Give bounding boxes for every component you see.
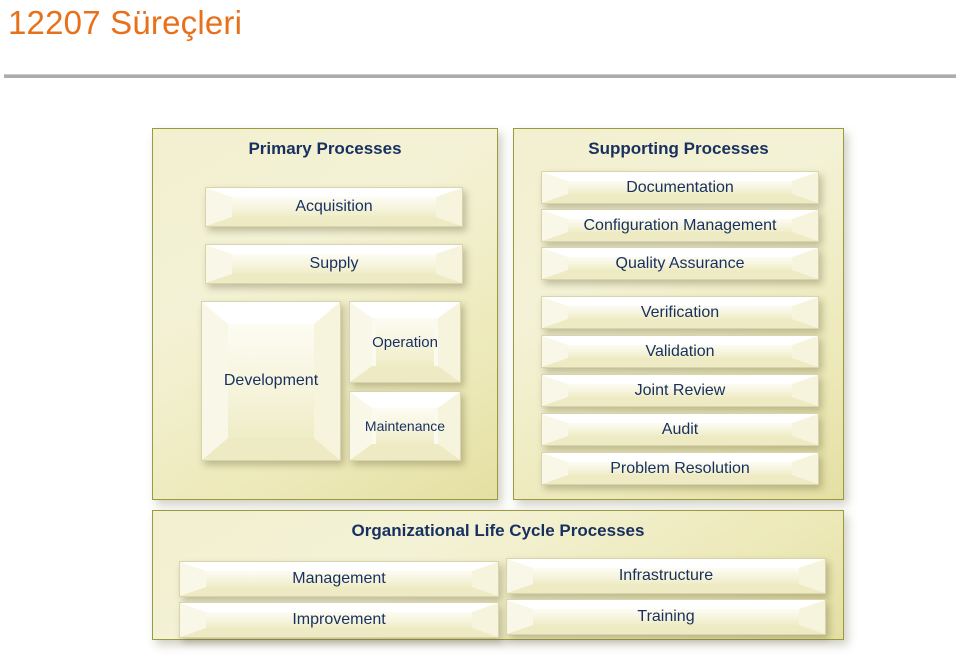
process-label: Operation xyxy=(372,333,438,351)
panel-organizational-title: Organizational Life Cycle Processes xyxy=(351,521,645,540)
process-box-configuration-management[interactable]: Configuration Management xyxy=(541,209,819,242)
process-label: Maintenance xyxy=(364,418,446,434)
process-box-validation[interactable]: Validation xyxy=(541,335,819,368)
process-label: Supply xyxy=(309,255,359,272)
process-box-verification[interactable]: Verification xyxy=(541,296,819,329)
process-box-operation[interactable]: Operation xyxy=(349,301,461,383)
panel-supporting-processes: Supporting Processes Documentation Confi… xyxy=(513,128,844,500)
title-divider xyxy=(4,74,956,78)
process-label: Validation xyxy=(645,342,715,360)
page-title: 12207 Süreçleri xyxy=(8,4,243,41)
panel-supporting-title: Supporting Processes xyxy=(588,139,769,158)
process-label: Verification xyxy=(640,303,720,321)
process-label: Documentation xyxy=(626,178,734,196)
process-box-documentation[interactable]: Documentation xyxy=(541,171,819,204)
process-label: Infrastructure xyxy=(618,567,714,584)
process-label: Quality Assurance xyxy=(615,254,745,272)
process-box-management[interactable]: Management xyxy=(179,561,499,597)
process-box-maintenance[interactable]: Maintenance xyxy=(349,391,461,461)
panel-primary-processes: Primary Processes Acquisition Supply Dev… xyxy=(152,128,498,500)
process-label: Development xyxy=(223,372,319,389)
process-box-development[interactable]: Development xyxy=(201,301,341,461)
process-label: Problem Resolution xyxy=(610,459,750,477)
process-box-improvement[interactable]: Improvement xyxy=(179,602,499,638)
process-label: Acquisition xyxy=(295,198,373,215)
process-box-training[interactable]: Training xyxy=(506,599,826,635)
panel-organizational-life-cycle-processes: Organizational Life Cycle Processes Mana… xyxy=(152,510,844,640)
process-box-supply[interactable]: Supply xyxy=(205,244,463,284)
process-box-infrastructure[interactable]: Infrastructure xyxy=(506,558,826,594)
process-label: Training xyxy=(637,608,695,625)
process-box-quality-assurance[interactable]: Quality Assurance xyxy=(541,247,819,280)
process-box-audit[interactable]: Audit xyxy=(541,413,819,446)
panel-primary-title: Primary Processes xyxy=(248,139,402,158)
process-box-acquisition[interactable]: Acquisition xyxy=(205,187,463,227)
process-box-joint-review[interactable]: Joint Review xyxy=(541,374,819,407)
process-box-problem-resolution[interactable]: Problem Resolution xyxy=(541,452,819,485)
process-label: Audit xyxy=(661,420,699,438)
process-label: Configuration Management xyxy=(583,216,777,234)
process-label: Management xyxy=(292,570,386,587)
process-label: Joint Review xyxy=(634,381,726,399)
process-label: Improvement xyxy=(292,611,386,628)
